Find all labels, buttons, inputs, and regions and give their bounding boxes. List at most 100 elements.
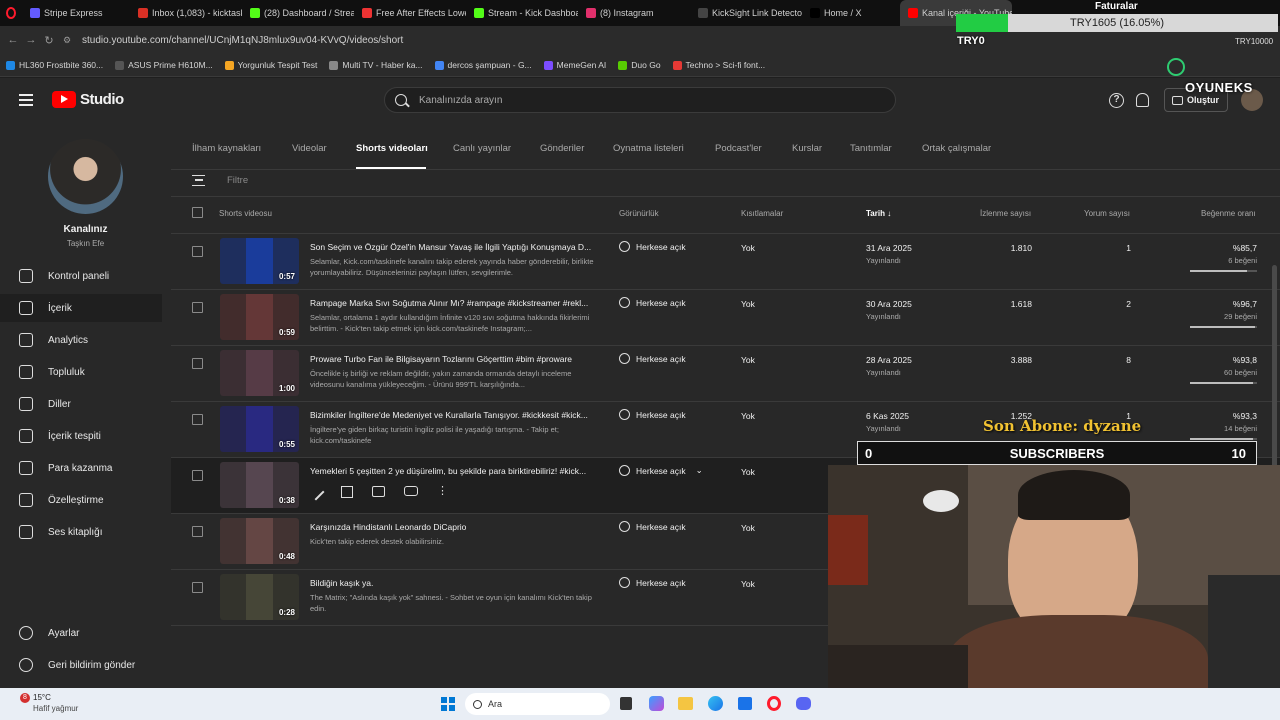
video-title[interactable]: Proware Turbo Fan ile Bilgisayarın Tozla…: [310, 354, 595, 364]
sidebar-item[interactable]: Analytics: [0, 326, 162, 354]
select-all-checkbox[interactable]: [192, 207, 203, 218]
visibility-cell[interactable]: Herkese açık: [619, 241, 686, 252]
analytics-icon[interactable]: [341, 486, 353, 498]
filter-icon[interactable]: [192, 175, 205, 186]
comments-cell[interactable]: 8: [1071, 355, 1131, 365]
browser-tab[interactable]: Inbox (1,083) - kicktaskine: [130, 0, 242, 26]
bookmark-item[interactable]: dercos şampuan - G...: [429, 60, 538, 70]
chevron-down-icon[interactable]: ⌄: [696, 465, 703, 476]
sidebar-item[interactable]: Topluluk: [0, 358, 162, 386]
sidebar-item[interactable]: Para kazanma: [0, 454, 162, 482]
video-row[interactable]: 1:00 Proware Turbo Fan ile Bilgisayarın T…: [171, 346, 1280, 402]
browser-tab[interactable]: KickSight Link Detector: [690, 0, 802, 26]
row-checkbox[interactable]: [192, 246, 203, 257]
video-row[interactable]: 0:57 Son Seçim ve Özgür Özel'in Mansur Ya…: [171, 234, 1280, 290]
video-title[interactable]: Bildiğin kaşık ya.: [310, 578, 595, 588]
visibility-cell[interactable]: Herkese açık: [619, 409, 686, 420]
video-thumbnail[interactable]: 0:38: [220, 462, 299, 508]
video-thumbnail[interactable]: 0:48: [220, 518, 299, 564]
visibility-cell[interactable]: Herkese açık ⌄: [619, 465, 703, 476]
sidebar-item[interactable]: Kontrol paneli: [0, 262, 162, 290]
bookmark-item[interactable]: Yorgunluk Tespit Test: [219, 60, 324, 70]
row-checkbox[interactable]: [192, 302, 203, 313]
visibility-cell[interactable]: Herkese açık: [619, 577, 686, 588]
content-tab[interactable]: Podcast'ler: [715, 143, 762, 154]
bookmark-item[interactable]: ASUS Prime H610M...: [109, 60, 219, 70]
row-checkbox[interactable]: [192, 414, 203, 425]
video-title[interactable]: Son Seçim ve Özgür Özel'in Mansur Yavaş …: [310, 242, 595, 252]
taskbar-search[interactable]: Ara: [465, 693, 610, 715]
sidebar-item[interactable]: İçerik: [0, 294, 162, 322]
row-checkbox[interactable]: [192, 582, 203, 593]
site-info-icon[interactable]: ⚙: [58, 35, 76, 46]
help-icon[interactable]: ?: [1109, 93, 1124, 108]
sidebar-item[interactable]: Ses kitaplığı: [0, 518, 162, 546]
opera-logo-icon[interactable]: [0, 0, 22, 26]
reload-icon[interactable]: ↻: [40, 34, 58, 47]
browser-tab[interactable]: Home / X: [802, 0, 900, 26]
bookmark-item[interactable]: Techno > Sci-fi font...: [667, 60, 772, 70]
comments-icon[interactable]: [372, 486, 385, 497]
content-tab[interactable]: İlham kaynakları: [192, 143, 261, 154]
visibility-cell[interactable]: Herkese açık: [619, 297, 686, 308]
content-tab[interactable]: Tanıtımlar: [850, 143, 892, 154]
file-explorer-icon[interactable]: [678, 697, 693, 710]
channel-avatar[interactable]: [48, 139, 123, 214]
sidebar-bottom-item[interactable]: Geri bildirim gönder: [0, 651, 162, 679]
video-title[interactable]: Bizimkiler İngiltere'de Medeniyet ve Kur…: [310, 410, 595, 420]
col-date[interactable]: Tarih ↓: [866, 209, 891, 218]
opera-taskbar-icon[interactable]: [767, 696, 781, 711]
row-checkbox[interactable]: [192, 358, 203, 369]
visibility-cell[interactable]: Herkese açık: [619, 353, 686, 364]
channel-search[interactable]: Kanalınızda arayın: [384, 87, 896, 113]
video-thumbnail[interactable]: 0:57: [220, 238, 299, 284]
content-tab[interactable]: Oynatma listeleri: [613, 143, 684, 154]
edge-icon[interactable]: [708, 696, 723, 711]
video-row[interactable]: 0:59 Rampage Marka Sıvı Soğutma Alınır Mı…: [171, 290, 1280, 346]
content-tab[interactable]: Canlı yayınlar: [453, 143, 511, 154]
youtube-studio-logo[interactable]: Studio: [52, 91, 124, 108]
browser-tab[interactable]: (28) Dashboard / Streamla: [242, 0, 354, 26]
row-checkbox[interactable]: [192, 526, 203, 537]
forward-icon[interactable]: →: [22, 34, 40, 46]
visibility-cell[interactable]: Herkese açık: [619, 521, 686, 532]
comments-cell[interactable]: 1: [1071, 243, 1131, 253]
content-tab[interactable]: Shorts videoları: [356, 143, 428, 154]
edit-icon[interactable]: [307, 483, 325, 501]
search-input[interactable]: Kanalınızda arayın: [419, 95, 502, 106]
video-title[interactable]: Yemekleri 5 çeşitten 2 ye düşürelim, bu …: [310, 466, 595, 476]
sidebar-item[interactable]: Özelleştirme: [0, 486, 162, 514]
scrollbar[interactable]: [1272, 265, 1277, 475]
task-view-icon[interactable]: [620, 697, 632, 710]
video-title[interactable]: Karşınızda Hindistanlı Leonardo DiCaprio: [310, 522, 595, 532]
browser-tab[interactable]: Stripe Express: [22, 0, 130, 26]
filter-input[interactable]: Filtre: [227, 175, 248, 186]
sidebar-item[interactable]: Diller: [0, 390, 162, 418]
content-tab[interactable]: Videolar: [292, 143, 327, 154]
bookmark-item[interactable]: Duo Go: [612, 60, 666, 70]
video-title[interactable]: Rampage Marka Sıvı Soğutma Alınır Mı? #r…: [310, 298, 595, 308]
store-icon[interactable]: [738, 697, 752, 710]
back-icon[interactable]: ←: [4, 34, 22, 46]
video-thumbnail[interactable]: 1:00: [220, 350, 299, 396]
url-field[interactable]: studio.youtube.com/channel/UCnjM1qNJ8mlu…: [82, 35, 403, 46]
copilot-icon[interactable]: [649, 696, 664, 711]
bookmark-item[interactable]: HL360 Frostbite 360...: [0, 60, 109, 70]
more-options-icon[interactable]: ⋮: [437, 486, 448, 498]
video-thumbnail[interactable]: 0:28: [220, 574, 299, 620]
browser-tab[interactable]: (8) Instagram: [578, 0, 690, 26]
video-thumbnail[interactable]: 0:55: [220, 406, 299, 452]
bookmark-item[interactable]: MemeGen AI: [538, 60, 613, 70]
content-tab[interactable]: Gönderiler: [540, 143, 584, 154]
browser-tab[interactable]: Free After Effects Lower T: [354, 0, 466, 26]
notifications-icon[interactable]: [1136, 93, 1149, 107]
bookmark-item[interactable]: Multi TV - Haber ka...: [323, 60, 428, 70]
video-thumbnail[interactable]: 0:59: [220, 294, 299, 340]
youtube-icon[interactable]: [404, 486, 418, 496]
row-checkbox[interactable]: [192, 470, 203, 481]
menu-icon[interactable]: [19, 94, 33, 106]
discord-icon[interactable]: [796, 697, 811, 710]
sidebar-bottom-item[interactable]: Ayarlar: [0, 619, 162, 647]
comments-cell[interactable]: 2: [1071, 299, 1131, 309]
content-tab[interactable]: Kurslar: [792, 143, 822, 154]
